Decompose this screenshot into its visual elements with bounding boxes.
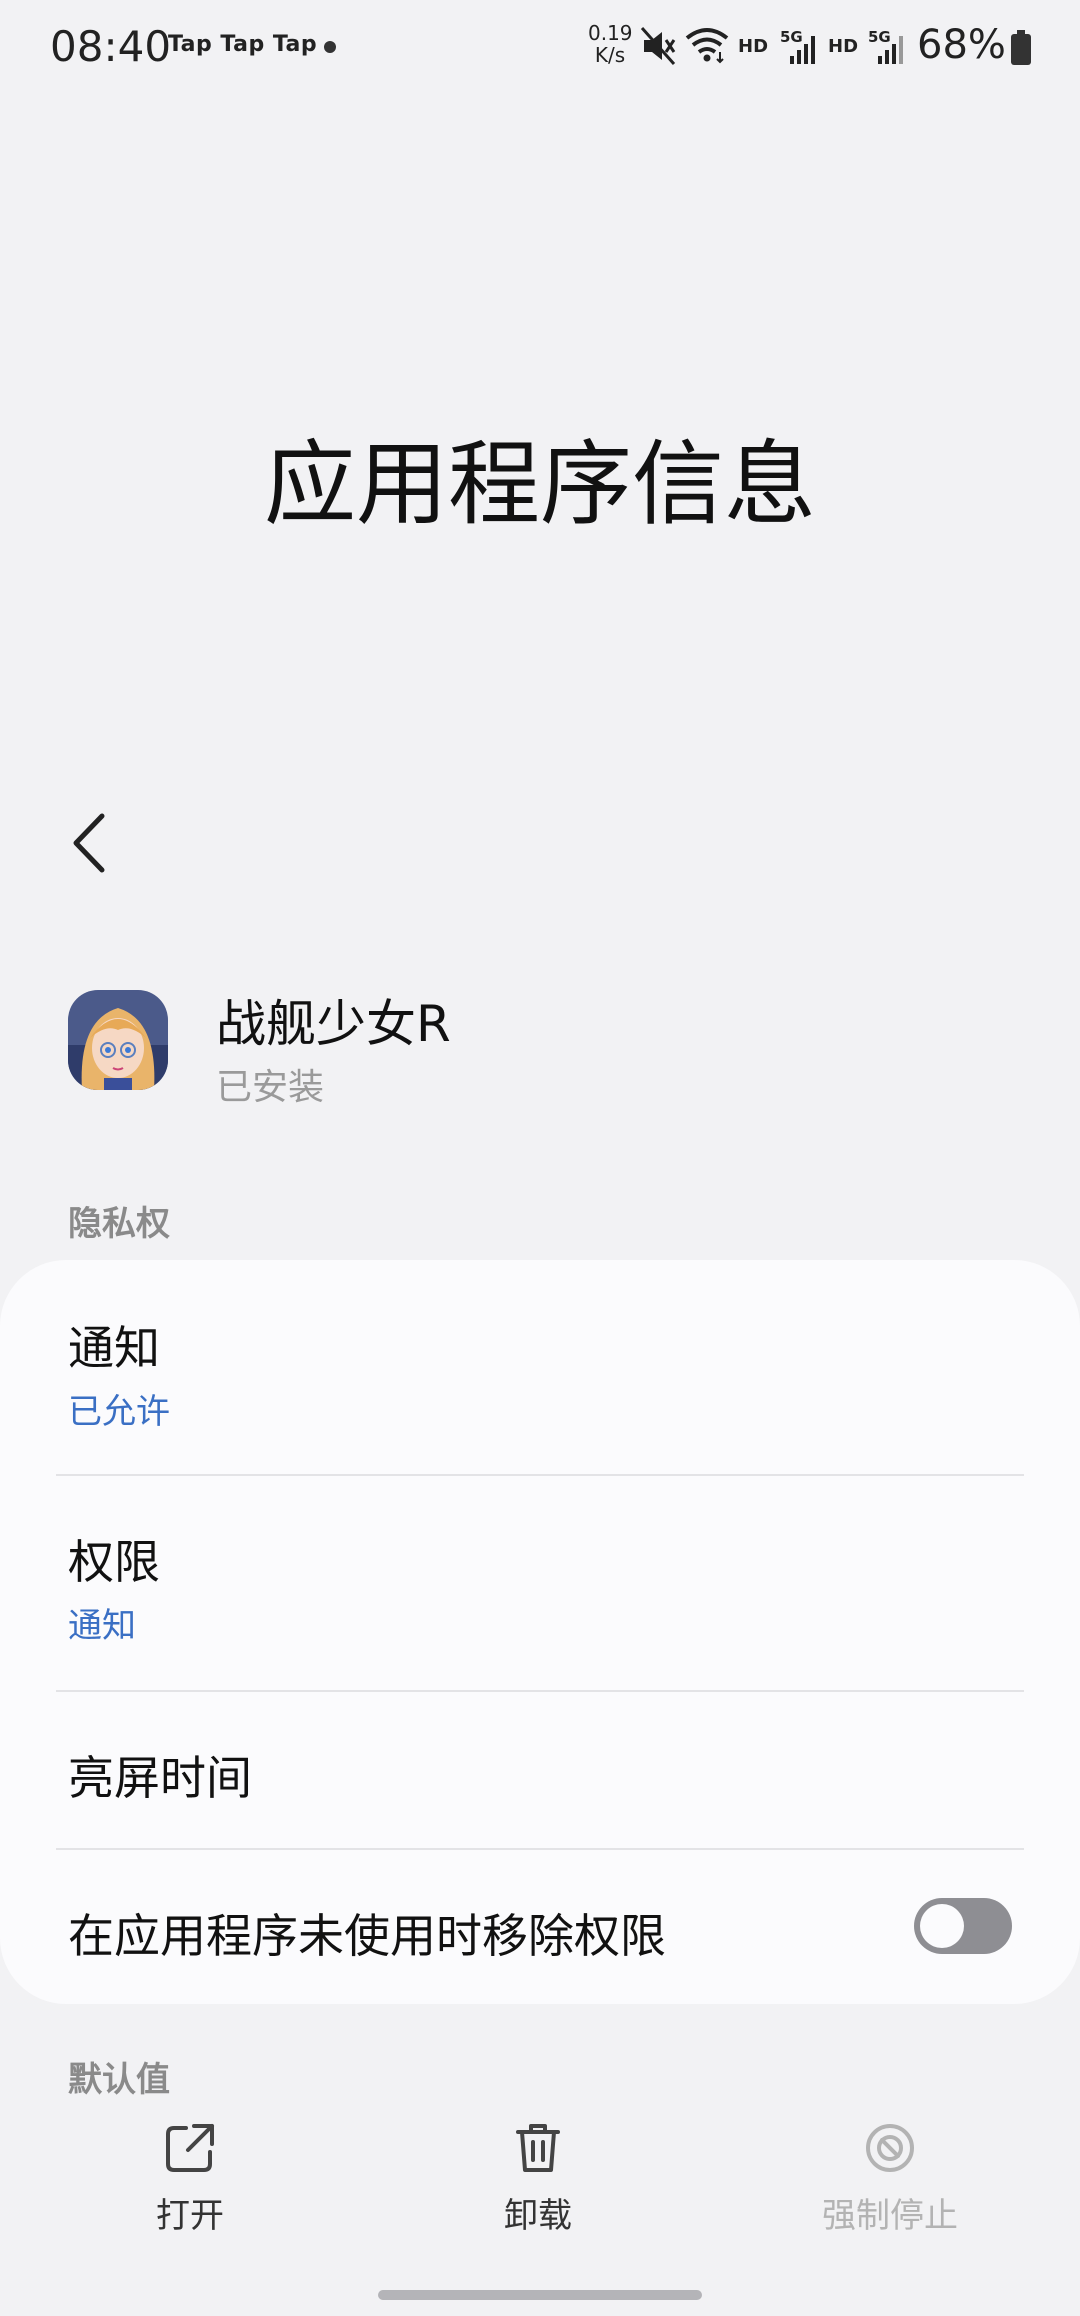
open-button[interactable]: 打开 <box>70 2120 310 2237</box>
settings-item-title: 在应用程序未使用时移除权限 <box>68 1909 666 1963</box>
app-install-status: 已安装 <box>216 1067 325 1108</box>
status-time: 08:40 <box>50 22 172 71</box>
settings-item-subtitle: 已允许 <box>68 1392 170 1432</box>
notification-dot <box>324 41 336 53</box>
page-title: 应用程序信息 <box>263 431 816 538</box>
signal-icon <box>878 36 903 64</box>
network-speed-unit: K/s <box>594 43 626 67</box>
section-label-defaults: 默认值 <box>68 2060 170 2100</box>
mute-icon <box>640 27 676 65</box>
app-name: 战舰少女R <box>216 995 451 1053</box>
force-stop-icon <box>866 2124 914 2172</box>
home-indicator[interactable] <box>378 2290 702 2300</box>
settings-item-permissions[interactable]: 权限 通知 <box>0 1476 1080 1690</box>
settings-item-title: 通知 <box>68 1321 160 1375</box>
settings-item-title: 权限 <box>68 1535 160 1589</box>
network-speed: 0.19 K/s <box>588 21 633 67</box>
status-bar: 08:40 Tap Tap Tap 0.19 K/s HD 5G HD 5G 6… <box>0 0 1080 96</box>
toggle-knob <box>920 1904 964 1948</box>
settings-item-subtitle: 通知 <box>68 1606 136 1646</box>
force-stop-button-label: 强制停止 <box>822 2196 958 2236</box>
remove-permissions-toggle[interactable] <box>914 1898 1012 1954</box>
force-stop-button[interactable]: 强制停止 <box>770 2120 1010 2237</box>
wifi-icon <box>685 28 729 64</box>
section-label-privacy: 隐私权 <box>68 1204 170 1244</box>
uninstall-button[interactable]: 卸载 <box>418 2120 658 2237</box>
signal-icon <box>790 36 815 64</box>
battery-percentage: 68% <box>917 22 1006 68</box>
app-icon-image <box>68 990 168 1090</box>
network-speed-value: 0.19 <box>588 21 633 45</box>
open-external-icon <box>166 2124 214 2172</box>
settings-item-screen-time[interactable]: 亮屏时间 <box>0 1692 1080 1848</box>
app-icon <box>68 990 168 1090</box>
settings-item-title: 亮屏时间 <box>68 1751 252 1805</box>
settings-item-notifications[interactable]: 通知 已允许 <box>0 1260 1080 1474</box>
hd-label: HD <box>828 36 859 57</box>
notification-text: Tap Tap Tap <box>168 32 318 57</box>
open-button-label: 打开 <box>156 2196 224 2236</box>
privacy-settings-card: 通知 已允许 权限 通知 亮屏时间 在应用程序未使用时移除权限 <box>0 1260 1080 2004</box>
uninstall-button-label: 卸载 <box>504 2196 572 2236</box>
hd-label: HD <box>738 36 769 57</box>
back-button[interactable] <box>60 808 120 878</box>
trash-icon <box>516 2124 560 2172</box>
battery-icon <box>1011 30 1031 65</box>
chevron-left-icon <box>73 813 105 873</box>
settings-item-remove-permissions[interactable]: 在应用程序未使用时移除权限 <box>0 1850 1080 2004</box>
